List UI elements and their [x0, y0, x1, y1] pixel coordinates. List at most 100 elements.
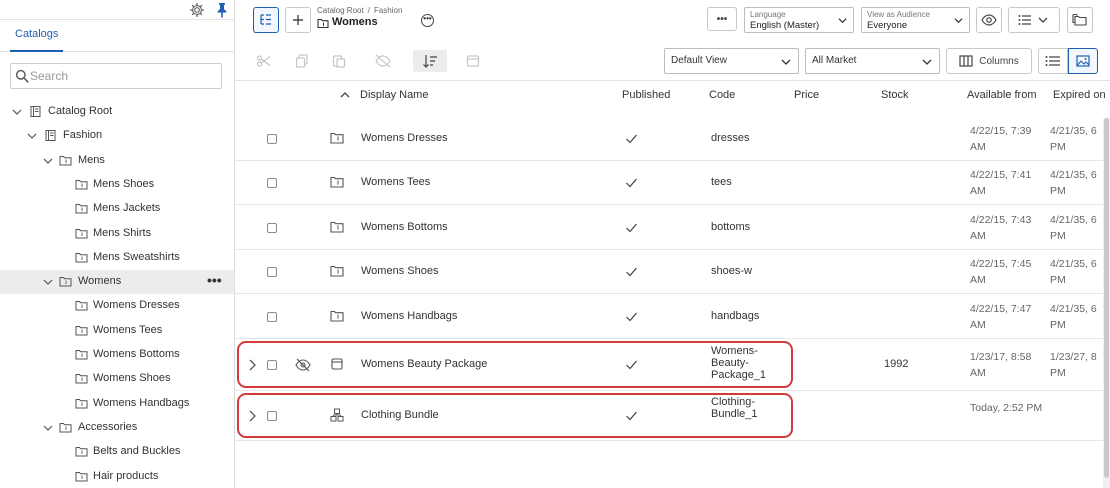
tree-node[interactable]: Womens Bottoms: [0, 343, 234, 367]
search-input[interactable]: [30, 67, 218, 85]
paste-button[interactable]: [322, 50, 356, 72]
folder-icon: [75, 350, 88, 360]
node-more-button[interactable]: •••: [207, 272, 222, 288]
row-display-name[interactable]: Womens Bottoms: [361, 221, 448, 233]
col-header-code[interactable]: Code: [709, 89, 735, 101]
row-expired-on: 1/23/27, 8 PM: [1050, 351, 1097, 379]
chevron-right-icon[interactable]: [245, 409, 259, 423]
row-available-from: 4/22/15, 7:45 AM: [970, 258, 1032, 286]
row-checkbox[interactable]: [267, 267, 277, 277]
cut-button[interactable]: [247, 50, 281, 72]
chevron-down-icon: [781, 59, 791, 65]
col-header-expired-on[interactable]: Expired on: [1053, 89, 1106, 101]
table-row[interactable]: Womens Shoes shoes-w 4/22/15, 7:45 AM 4/21/…: [235, 250, 1103, 294]
tree-node[interactable]: Mens Sweatshirts: [0, 246, 234, 270]
row-checkbox[interactable]: [267, 222, 277, 233]
tree-node[interactable]: Accessories: [0, 416, 234, 440]
list-view-button[interactable]: [1038, 48, 1068, 74]
chevron-down-icon: [838, 18, 847, 24]
tree-node[interactable]: Womens •••: [0, 270, 234, 295]
thumbnail-view-button[interactable]: [1068, 48, 1098, 74]
tree-node[interactable]: Womens Handbags: [0, 392, 234, 416]
row-checkbox[interactable]: [267, 311, 277, 322]
row-display-name[interactable]: Clothing Bundle: [361, 409, 439, 421]
copy-button[interactable]: [285, 50, 319, 72]
folder-icon: [75, 325, 88, 336]
row-checkbox[interactable]: [267, 360, 277, 370]
market-select[interactable]: All Market: [805, 48, 940, 74]
gear-icon[interactable]: [189, 2, 205, 18]
table-row[interactable]: Womens Handbags handbags 4/22/15, 7:47 AM 4…: [235, 294, 1103, 339]
row-display-name[interactable]: Womens Dresses: [361, 132, 448, 144]
hide-button[interactable]: [366, 50, 400, 72]
chevron-down-icon[interactable]: [43, 277, 53, 287]
tree-node[interactable]: Mens Jackets: [0, 197, 234, 221]
image-icon: [1076, 55, 1090, 67]
tree-node-label: Mens: [78, 153, 105, 166]
list-options-button[interactable]: [1008, 7, 1060, 33]
folder-icon: [59, 277, 72, 287]
scrollbar-thumb[interactable]: [1104, 118, 1109, 478]
preview-button[interactable]: [976, 7, 1002, 33]
list-icon: [1045, 56, 1060, 66]
more-actions-button[interactable]: •••: [707, 7, 737, 31]
col-header-stock[interactable]: Stock: [881, 89, 909, 101]
breadcrumb-item-fashion[interactable]: Fashion: [374, 6, 402, 15]
audience-select[interactable]: View as Audience Everyone: [861, 7, 970, 33]
folders-icon: [1072, 13, 1087, 26]
row-divider: [235, 440, 1103, 441]
col-header-published[interactable]: Published: [622, 89, 670, 101]
add-button[interactable]: [285, 7, 311, 33]
row-checkbox[interactable]: [267, 178, 277, 188]
chevron-down-icon[interactable]: [27, 131, 37, 141]
col-header-display-name[interactable]: Display Name: [360, 89, 428, 101]
table-row[interactable]: Womens Bottoms bottoms 4/22/15, 7:43 AM 4/2…: [235, 205, 1103, 250]
tree-node[interactable]: Mens Shoes: [0, 173, 234, 197]
chevron-down-icon[interactable]: [43, 423, 53, 433]
sort-button[interactable]: [413, 50, 447, 72]
col-header-available-from[interactable]: Available from: [967, 89, 1037, 101]
row-expired-on: 4/21/35, 6 PM: [1050, 302, 1097, 331]
table-row[interactable]: Clothing Bundle Clothing-Bundle_1 Today, 2…: [235, 391, 1103, 441]
columns-icon: [959, 55, 973, 67]
tab-catalogs[interactable]: Catalogs: [10, 20, 64, 52]
tree-node[interactable]: Belts and Buckles: [0, 440, 234, 464]
tree-node[interactable]: Mens: [0, 149, 234, 173]
chevron-down-icon[interactable]: [12, 107, 22, 117]
tree-node[interactable]: Catalog Root: [0, 100, 234, 124]
tree-node[interactable]: Fashion: [0, 124, 234, 148]
tree-node[interactable]: Mens Shirts: [0, 222, 234, 246]
row-display-name[interactable]: Womens Handbags: [361, 310, 457, 322]
columns-button[interactable]: Columns: [946, 48, 1032, 74]
table-row[interactable]: Womens Beauty Package Womens-Beauty-Packa…: [235, 339, 1103, 391]
tree-node[interactable]: Hair products: [0, 465, 234, 488]
language-select[interactable]: Language English (Master): [744, 7, 854, 33]
breadcrumb: Catalog Root / Fashion: [317, 6, 402, 15]
chevron-down-icon[interactable]: [43, 156, 53, 166]
title-more-button[interactable]: •••: [421, 14, 434, 27]
folder-icon: [330, 310, 344, 322]
tree-node-label: Catalog Root: [48, 105, 113, 117]
breadcrumb-item-catalog-root[interactable]: Catalog Root: [317, 6, 364, 15]
row-display-name[interactable]: Womens Tees: [361, 176, 430, 188]
table-row[interactable]: Womens Tees tees 4/22/15, 7:41 AM 4/21/35, …: [235, 161, 1103, 205]
pin-icon[interactable]: [215, 2, 229, 18]
tree-node-label: Fashion: [63, 129, 103, 142]
row-checkbox[interactable]: [267, 133, 277, 144]
vertical-scrollbar[interactable]: [1103, 118, 1110, 488]
row-code: shoes-w: [711, 265, 752, 277]
chevron-right-icon[interactable]: [245, 358, 259, 372]
archive-button[interactable]: [456, 50, 490, 72]
view-select[interactable]: Default View: [664, 48, 799, 74]
row-display-name[interactable]: Womens Beauty Package: [361, 358, 487, 370]
tree-node[interactable]: Womens Dresses: [0, 294, 234, 318]
row-checkbox[interactable]: [267, 411, 277, 421]
table-row[interactable]: Womens Dresses dresses 4/22/15, 7:39 AM 4/2…: [235, 116, 1103, 161]
col-header-price[interactable]: Price: [794, 89, 819, 101]
row-display-name[interactable]: Womens Shoes: [361, 265, 438, 277]
sort-icon: [423, 55, 437, 68]
tree-node[interactable]: Womens Tees: [0, 319, 234, 343]
tree-toggle-button[interactable]: [253, 7, 279, 33]
tree-node[interactable]: Womens Shoes: [0, 367, 234, 391]
asset-pane-button[interactable]: [1067, 7, 1093, 33]
